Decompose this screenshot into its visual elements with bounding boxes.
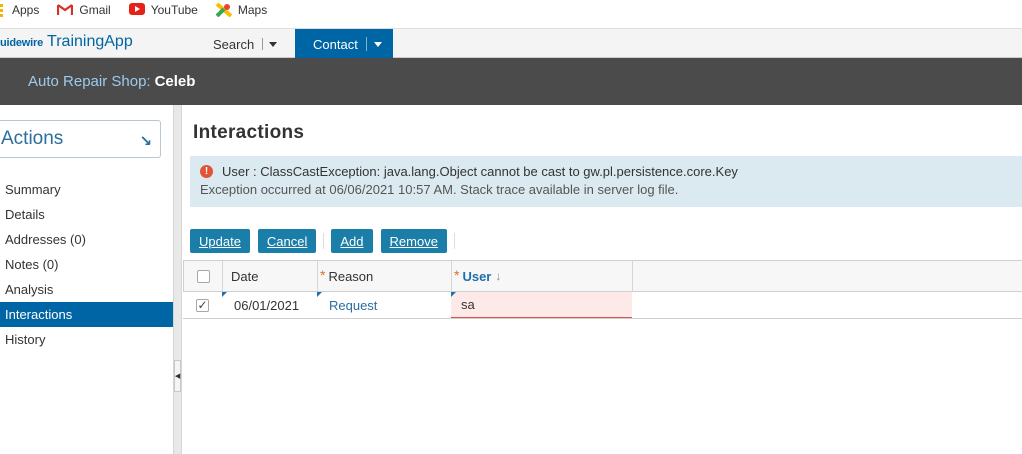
info-bar-label: Auto Repair Shop: xyxy=(28,73,151,90)
actions-label: Actions xyxy=(1,128,64,149)
bookmark-label: Gmail xyxy=(79,3,111,17)
tab-divider xyxy=(262,38,264,50)
sidebar: Actions ↘ Summary Details Addresses (0) … xyxy=(0,105,173,454)
column-header-user[interactable]: * User ↓ xyxy=(452,261,633,291)
collapse-sidebar-icon[interactable]: ◀ xyxy=(174,360,181,392)
brand-prefix: uidewire xyxy=(0,37,44,49)
gmail-icon xyxy=(57,3,74,17)
sidebar-splitter[interactable] xyxy=(173,105,182,454)
sidebar-item-analysis[interactable]: Analysis xyxy=(0,277,173,302)
tab-search[interactable]: Search xyxy=(213,29,278,59)
reason-value: Request xyxy=(329,297,378,313)
error-detail: Exception occurred at 06/06/2021 10:57 A… xyxy=(200,182,679,197)
toolbar-divider xyxy=(323,233,325,249)
user-cell[interactable]: sa xyxy=(451,292,632,318)
required-marker: * xyxy=(454,267,460,283)
toolbar-divider xyxy=(453,233,455,249)
main-content: Interactions ! User : ClassCastException… xyxy=(183,105,1022,454)
bookmark-gmail[interactable]: Gmail xyxy=(57,3,111,17)
column-label: Date xyxy=(231,268,259,284)
row-select-cell: ✓ xyxy=(183,292,222,318)
required-marker: * xyxy=(320,267,326,283)
table-row[interactable]: ✓ 06/01/2021 Request sa xyxy=(183,292,1022,319)
sidebar-item-details[interactable]: Details xyxy=(0,202,173,227)
apps-grid-icon xyxy=(0,3,6,17)
chevron-down-icon[interactable] xyxy=(269,41,278,47)
chevron-down-icon[interactable] xyxy=(373,41,382,47)
brand-logo[interactable]: uidewire TrainingApp xyxy=(0,33,133,51)
select-all-checkbox[interactable] xyxy=(197,269,210,283)
sort-down-icon[interactable]: ↓ xyxy=(495,269,501,283)
sidebar-item-interactions[interactable]: Interactions xyxy=(0,302,173,327)
remove-button[interactable]: Remove xyxy=(380,229,447,253)
error-icon: ! xyxy=(200,165,213,178)
bookmark-apps[interactable]: Apps xyxy=(0,3,39,17)
tab-contact-label: Contact xyxy=(313,36,358,52)
cancel-button[interactable]: Cancel xyxy=(257,229,317,253)
editable-corner-icon xyxy=(451,292,456,297)
update-button[interactable]: Update xyxy=(190,229,250,253)
arrow-down-right-icon: ↘ xyxy=(139,133,152,150)
error-message: User : ClassCastException: java.lang.Obj… xyxy=(222,164,738,179)
column-header-date[interactable]: Date xyxy=(223,261,318,291)
user-value: sa xyxy=(461,297,475,312)
editable-corner-icon xyxy=(317,292,322,297)
error-alert: ! User : ClassCastException: java.lang.O… xyxy=(190,156,1022,207)
row-checkbox[interactable]: ✓ xyxy=(196,298,209,312)
editable-corner-icon xyxy=(222,292,227,297)
column-header-reason[interactable]: * Reason xyxy=(318,261,452,291)
app-header: uidewire TrainingApp Search Contact xyxy=(0,28,1022,59)
bookmark-label: Apps xyxy=(12,3,40,17)
column-label: User xyxy=(462,268,492,284)
page-title: Interactions xyxy=(193,122,305,143)
table-header: Date * Reason * User ↓ xyxy=(183,260,1022,292)
bookmark-label: YouTube xyxy=(150,3,198,17)
tab-contact[interactable]: Contact xyxy=(295,29,393,59)
tab-divider xyxy=(365,37,367,51)
sidebar-item-notes[interactable]: Notes (0) xyxy=(0,252,173,277)
youtube-icon xyxy=(128,3,145,17)
maps-icon xyxy=(215,2,233,18)
sidebar-item-summary[interactable]: Summary xyxy=(0,177,173,202)
reason-cell[interactable]: Request xyxy=(317,292,451,318)
interactions-table: Date * Reason * User ↓ ✓ 06/01/2021 Requ… xyxy=(183,260,1022,319)
select-all-column xyxy=(184,261,223,291)
bookmark-maps[interactable]: Maps xyxy=(215,2,268,18)
info-bar: Auto Repair Shop: Celeb xyxy=(0,58,1022,105)
toolbar: Update Cancel Add Remove xyxy=(190,229,462,253)
sidebar-item-history[interactable]: History xyxy=(0,327,173,352)
column-label: Reason xyxy=(328,268,374,284)
info-bar-value: Celeb xyxy=(154,73,196,90)
bookmark-label: Maps xyxy=(237,3,268,17)
bookmarks-bar: Apps Gmail YouTube Maps xyxy=(0,0,1022,20)
add-button[interactable]: Add xyxy=(331,229,373,253)
bookmark-youtube[interactable]: YouTube xyxy=(128,3,198,17)
tab-search-label: Search xyxy=(213,36,255,52)
date-cell[interactable]: 06/01/2021 xyxy=(222,292,317,318)
sidebar-item-addresses[interactable]: Addresses (0) xyxy=(0,227,173,252)
actions-button[interactable]: Actions ↘ xyxy=(0,120,161,158)
date-value: 06/01/2021 xyxy=(234,297,300,313)
sidebar-menu: Summary Details Addresses (0) Notes (0) … xyxy=(0,177,173,352)
brand-app-name: TrainingApp xyxy=(47,33,133,50)
